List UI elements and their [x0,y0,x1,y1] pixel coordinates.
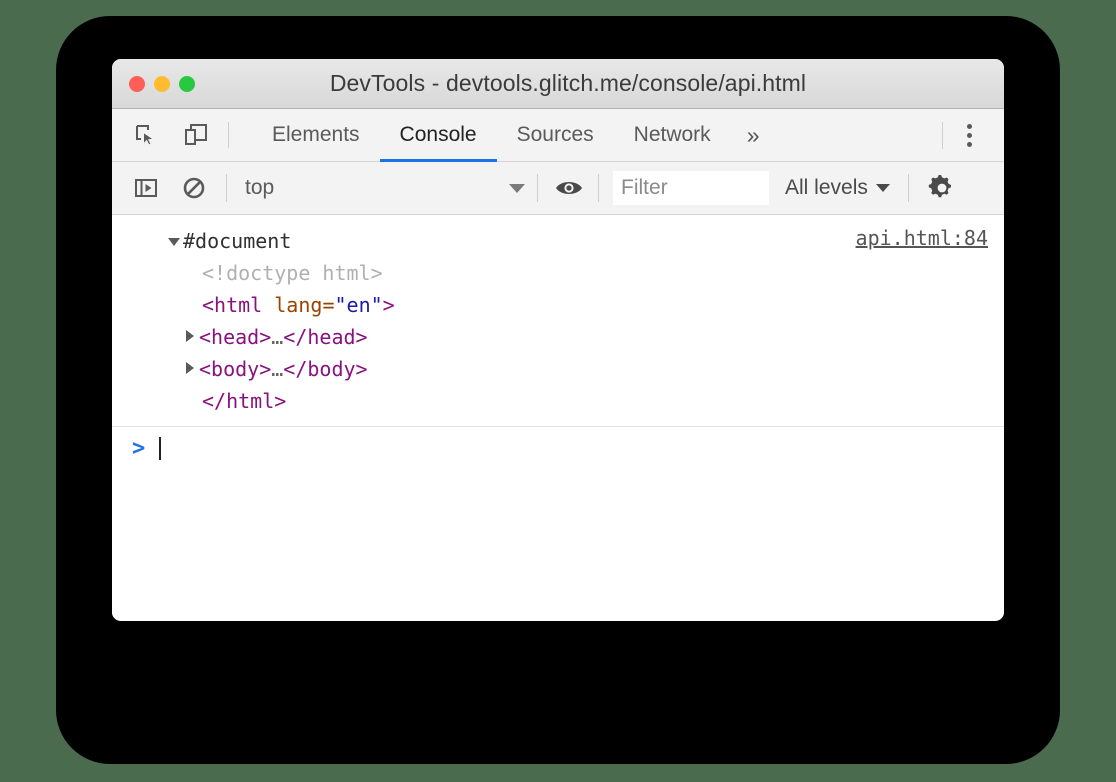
toolbar-divider-3 [598,174,599,202]
log-level-select[interactable]: All levels [785,176,890,200]
console-output-area[interactable]: api.html:84 #document <!doctype html> <h… [112,215,1004,620]
filter-input[interactable] [613,171,769,205]
dom-html-open-row[interactable]: <html lang="en"> [168,289,988,321]
prompt-caret-icon: > [132,436,146,461]
dom-head-row[interactable]: <head>…</head> [168,321,988,353]
toolbar-divider-2 [537,174,538,202]
window-titlebar: DevTools - devtools.glitch.me/console/ap… [112,59,1004,109]
inspect-element-icon[interactable] [131,120,161,150]
devtools-tabbar: Elements Console Sources Network » [112,109,1004,162]
triangle-right-icon[interactable] [186,362,194,374]
tab-sources[interactable]: Sources [497,109,614,161]
dom-doctype-text: <!doctype html> [202,261,383,285]
tab-elements[interactable]: Elements [252,109,380,161]
toolbar-divider-4 [907,174,909,202]
device-toolbar-icon[interactable] [181,120,211,150]
log-level-value: All levels [785,176,868,199]
dom-html-attr-value: "en" [334,293,383,317]
tabbar-right-divider [942,121,943,149]
triangle-right-icon[interactable] [186,330,194,342]
dom-html-attr-name: lang [274,293,323,317]
triangle-down-icon[interactable] [168,238,180,246]
tab-console[interactable]: Console [379,109,497,162]
execution-context-select[interactable]: top [245,176,525,200]
dom-html-tag: <html [202,293,263,317]
dom-head-ellipsis: … [271,325,284,349]
dom-body-ellipsis: … [271,357,284,381]
dom-html-close-row: </html> [168,385,988,417]
dom-body-row[interactable]: <body>…</body> [168,353,988,385]
console-prompt[interactable]: > [112,427,1004,461]
devtools-tool-icons [112,109,211,161]
live-expression-eye-icon[interactable] [554,173,584,203]
dom-root-label: #document [183,229,292,253]
dom-body-close: </body> [283,357,368,381]
dom-html-close-text: </html> [202,389,287,413]
tab-network[interactable]: Network [614,109,731,161]
clear-console-icon[interactable] [179,173,209,203]
minimize-window-button[interactable] [154,76,170,92]
tabbar-divider [228,122,229,148]
toolbar-divider-1 [226,174,227,202]
source-link[interactable]: api.html:84 [856,226,988,250]
chevron-down-icon [875,184,890,192]
dom-html-attr-eq: = [322,293,335,317]
devtools-menu-icon[interactable] [957,118,982,153]
close-window-button[interactable] [129,76,145,92]
console-sidebar-toggle-icon[interactable] [131,173,161,203]
more-tabs-icon[interactable]: » [731,109,776,161]
text-cursor [159,437,162,460]
tabbar-right-controls [942,109,1004,161]
window-title: DevTools - devtools.glitch.me/console/ap… [329,70,807,96]
maximize-window-button[interactable] [179,76,195,92]
devtools-tabs: Elements Console Sources Network » [252,109,776,162]
dom-doctype-row: <!doctype html> [168,257,988,289]
console-settings-gear-icon[interactable] [927,173,957,203]
console-toolbar: top All levels [112,162,1004,215]
execution-context-value: top [245,176,275,199]
dom-html-tag-close: > [382,293,395,317]
dom-head-open: <head> [199,325,272,349]
browser-window: DevTools - devtools.glitch.me/console/ap… [112,59,1004,621]
chevron-down-icon [509,183,525,193]
dom-body-open: <body> [199,357,272,381]
dom-head-close: </head> [283,325,368,349]
console-message: api.html:84 #document <!doctype html> <h… [112,215,1004,427]
window-controls [129,76,195,92]
dom-tree: #document <!doctype html> <html lang="en… [128,225,988,417]
